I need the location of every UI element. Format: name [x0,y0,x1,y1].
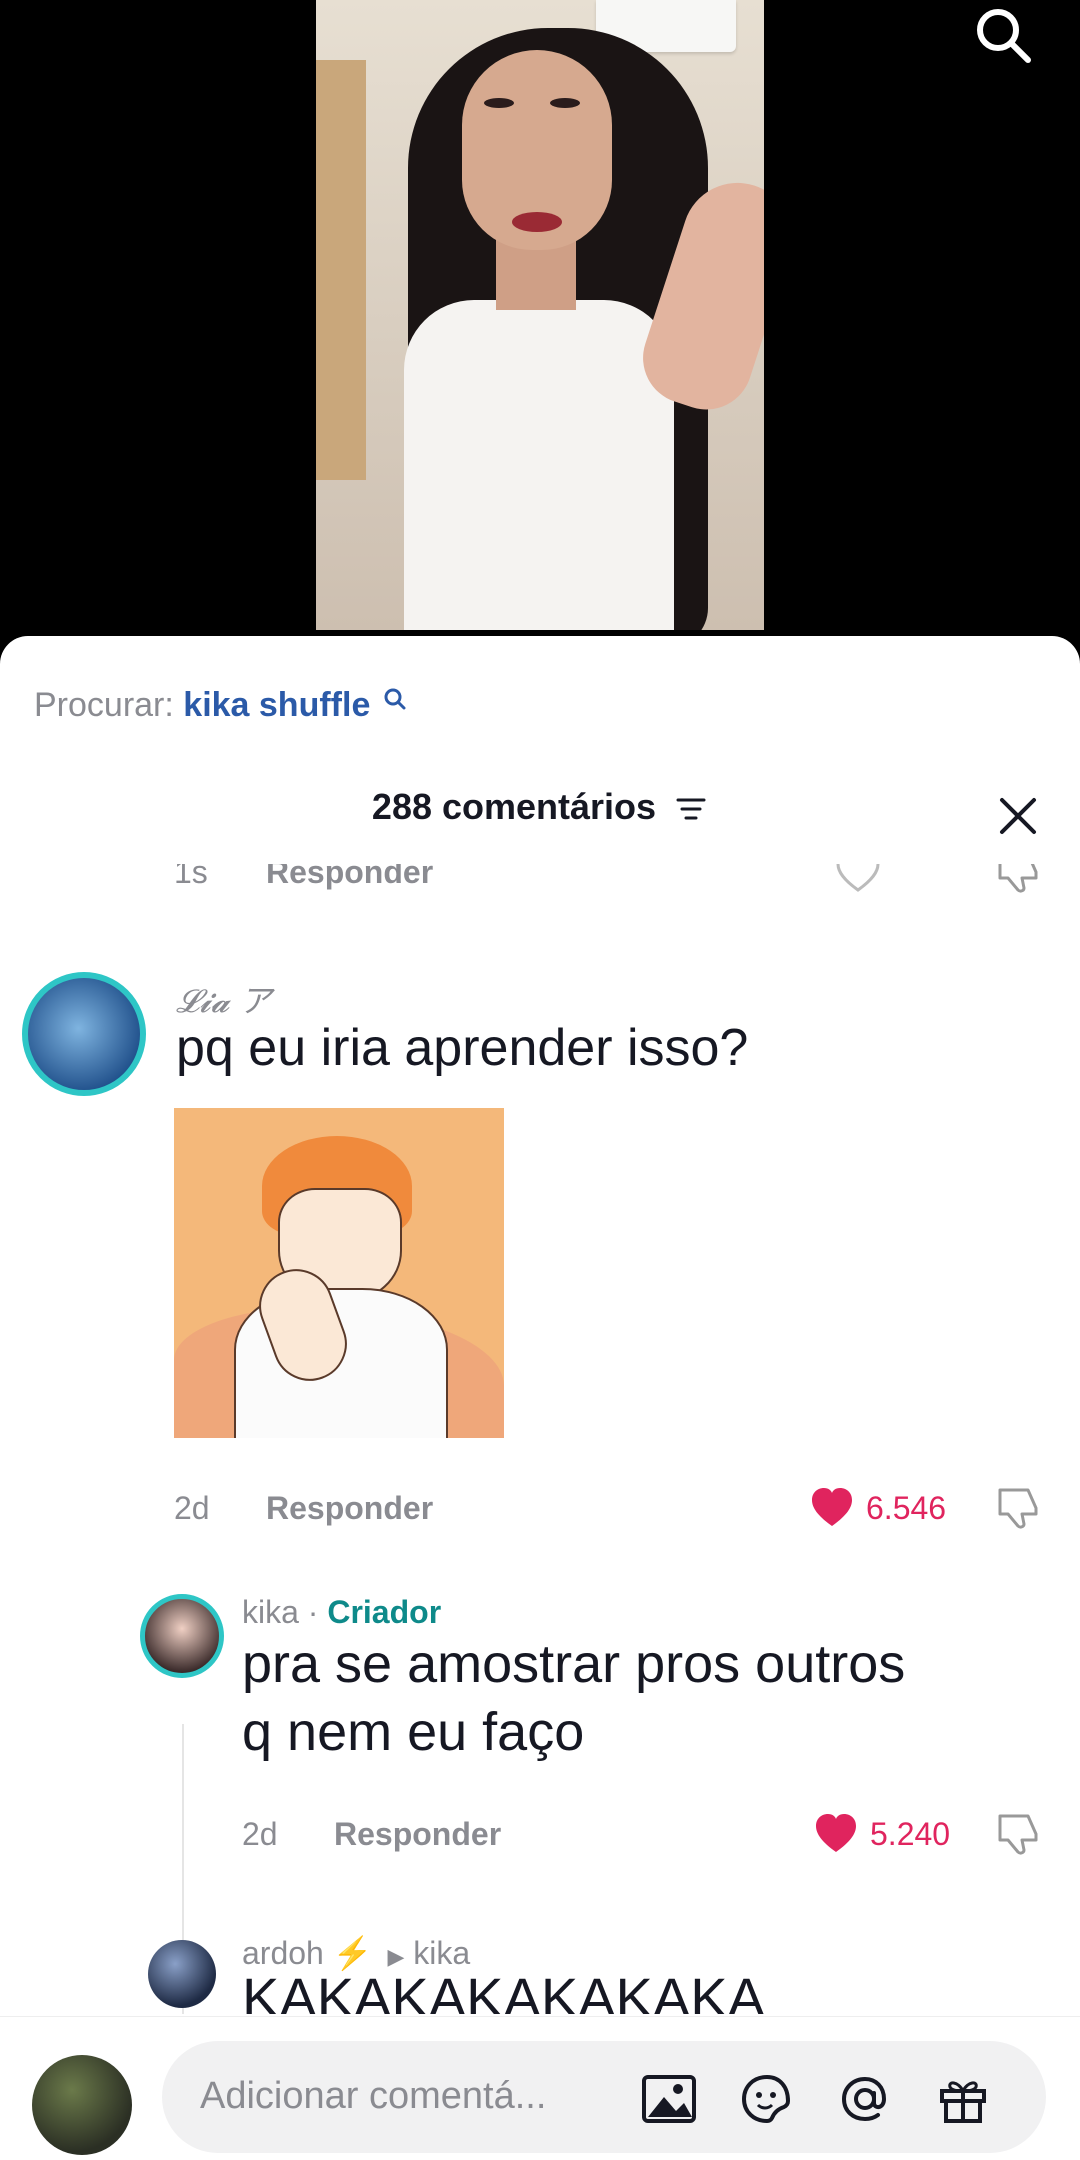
dislike-icon[interactable] [994,864,1042,894]
sort-filter-icon[interactable] [674,794,708,824]
reply-text-line-1: pra se amostrar pros outros [242,1634,906,1694]
my-avatar[interactable] [32,2055,132,2155]
comment-time: 2d [174,1490,210,1526]
sticker-icon[interactable] [738,2073,796,2125]
heart-filled-icon[interactable] [812,1812,860,1856]
search-suggestion-query[interactable]: kika shuffle [183,686,370,724]
comments-count-title: 288 comentários [371,786,657,827]
close-icon[interactable] [996,794,1040,838]
reply-button[interactable]: Responder [266,1490,433,1527]
separator-dot: · [307,1594,319,1630]
creator-badge: Criador [327,1594,442,1630]
reply-time: 2d [242,1816,278,1852]
dislike-icon[interactable] [994,1812,1042,1856]
comment-image[interactable] [174,1108,504,1438]
reply-text: KAKAKAKAKAKAKA [242,1966,765,2014]
reply-text-line-2: q nem eu faço [242,1702,585,1762]
comments-sheet: Procurar: kika shuffle 288 comentários 1… [0,636,1080,2160]
search-icon[interactable] [968,0,1038,70]
comment-input-placeholder: Adicionar comentá... [200,2075,547,2117]
reply-button[interactable]: Responder [334,1816,501,1853]
dislike-icon[interactable] [994,1486,1042,1530]
search-icon [384,688,406,710]
comments-header: 288 comentários [0,786,1080,828]
heart-outline-icon[interactable] [834,864,882,894]
reply-author[interactable]: kika · Criador [242,1594,441,1631]
heart-filled-icon[interactable] [808,1486,856,1530]
comment-text: pq eu iria aprender isso? [176,1019,749,1077]
comment-composer: Adicionar comentá... [0,2016,1080,2160]
search-suggestion[interactable]: Procurar: kika shuffle [34,686,410,725]
image-icon[interactable] [640,2073,698,2125]
avatar[interactable] [148,1940,216,2008]
video-player[interactable] [0,0,1080,645]
search-suggestion-prefix: Procurar: [34,686,174,724]
creator-avatar[interactable] [140,1594,224,1678]
previous-comment-time: 1s [174,864,208,890]
like-count: 6.546 [866,1490,947,1526]
comment-input[interactable]: Adicionar comentá... [162,2041,1046,2153]
comments-list[interactable]: 1s Responder 𝓛𝓲𝓪 ア pq eu iria aprender i… [0,864,1080,2014]
avatar[interactable] [22,972,146,1096]
gift-icon[interactable] [934,2073,992,2125]
like-count: 5.240 [870,1816,951,1852]
reply-author-name[interactable]: kika [242,1594,299,1630]
video-frame [316,0,764,630]
mention-icon[interactable] [836,2073,894,2125]
previous-comment-reply-button[interactable]: Responder [266,864,433,891]
